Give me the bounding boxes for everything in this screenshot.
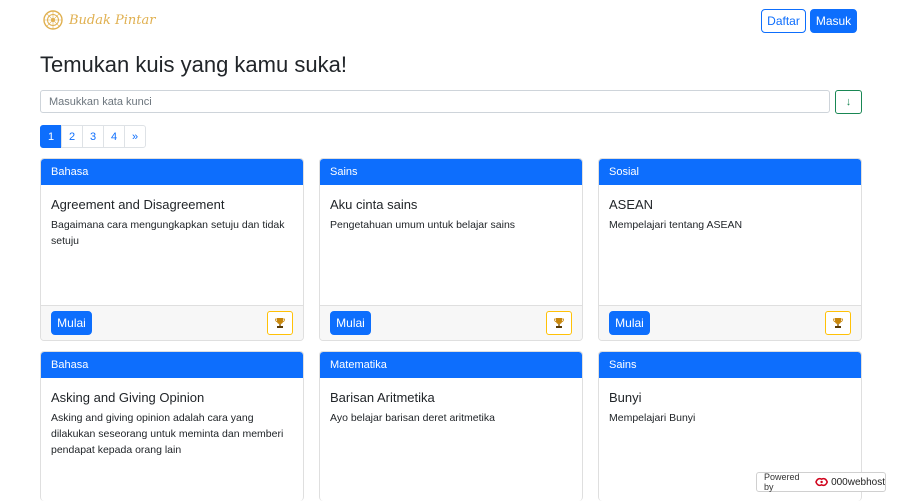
card-description: Pengetahuan umum untuk belajar sains — [330, 219, 516, 231]
card-category: Sains — [599, 352, 861, 378]
powered-by-text: Powered by — [764, 472, 800, 492]
card-title: Asking and Giving Opinion — [51, 390, 205, 405]
page-title: Temukan kuis yang kamu suka! — [40, 52, 347, 77]
trophy-icon — [275, 318, 285, 328]
card-description: Bagaimana cara mengungkapkan setuju dan … — [51, 219, 285, 247]
card-description: Mempelajari tentang ASEAN — [609, 219, 743, 231]
search-input[interactable] — [40, 90, 830, 113]
leaderboard-button[interactable] — [546, 311, 572, 335]
sort-button[interactable]: ↓ — [835, 90, 862, 114]
card-title: Barisan Aritmetika — [330, 390, 435, 405]
card-description: Mempelajari Bunyi — [609, 412, 696, 424]
navbar: Budak Pintar Daftar Masuk — [0, 0, 900, 42]
quiz-card: Matematika Barisan Aritmetika Ayo belaja… — [319, 351, 583, 501]
quiz-card: Bahasa Asking and Giving Opinion Asking … — [40, 351, 304, 501]
start-quiz-button[interactable]: Mulai — [330, 311, 371, 335]
pagination: 1 2 3 4 » — [40, 125, 146, 148]
quiz-card: Bahasa Agreement and Disagreement Bagaim… — [40, 158, 304, 341]
brand-logo-icon — [43, 10, 63, 30]
page-link-1[interactable]: 1 — [40, 125, 62, 148]
card-footer: Mulai — [599, 305, 861, 340]
card-title: ASEAN — [609, 197, 654, 212]
card-title: Agreement and Disagreement — [51, 197, 225, 212]
brand-link[interactable]: Budak Pintar — [43, 10, 155, 30]
page-link-2[interactable]: 2 — [61, 125, 83, 148]
card-footer: Mulai — [320, 305, 582, 340]
trophy-icon — [833, 318, 843, 328]
start-quiz-button[interactable]: Mulai — [609, 311, 650, 335]
quiz-card: Sosial ASEAN Mempelajari tentang ASEAN M… — [598, 158, 862, 341]
card-footer: Mulai — [41, 305, 303, 340]
card-description: Asking and giving opinion adalah cara ya… — [51, 412, 284, 456]
card-title: Bunyi — [609, 390, 642, 405]
card-category: Matematika — [320, 352, 582, 378]
page-link-next[interactable]: » — [124, 125, 146, 148]
login-button[interactable]: Masuk — [810, 9, 857, 33]
leaderboard-button[interactable] — [267, 311, 293, 335]
powered-by-brand: 000webhost — [831, 476, 885, 488]
start-quiz-button[interactable]: Mulai — [51, 311, 92, 335]
card-category: Sains — [320, 159, 582, 185]
webhost-logo-icon — [814, 477, 828, 487]
card-description: Ayo belajar barisan deret aritmetika — [330, 412, 495, 424]
leaderboard-button[interactable] — [825, 311, 851, 335]
powered-by-badge[interactable]: Powered by 000webhost — [756, 472, 886, 492]
card-category: Bahasa — [41, 159, 303, 185]
register-button[interactable]: Daftar — [761, 9, 806, 33]
card-category: Sosial — [599, 159, 861, 185]
trophy-icon — [554, 318, 564, 328]
page-link-3[interactable]: 3 — [82, 125, 104, 148]
quiz-card: Sains Aku cinta sains Pengetahuan umum u… — [319, 158, 583, 341]
brand-name: Budak Pintar — [69, 12, 156, 28]
arrow-down-icon: ↓ — [845, 96, 852, 108]
card-category: Bahasa — [41, 352, 303, 378]
card-title: Aku cinta sains — [330, 197, 418, 212]
page-link-4[interactable]: 4 — [103, 125, 125, 148]
